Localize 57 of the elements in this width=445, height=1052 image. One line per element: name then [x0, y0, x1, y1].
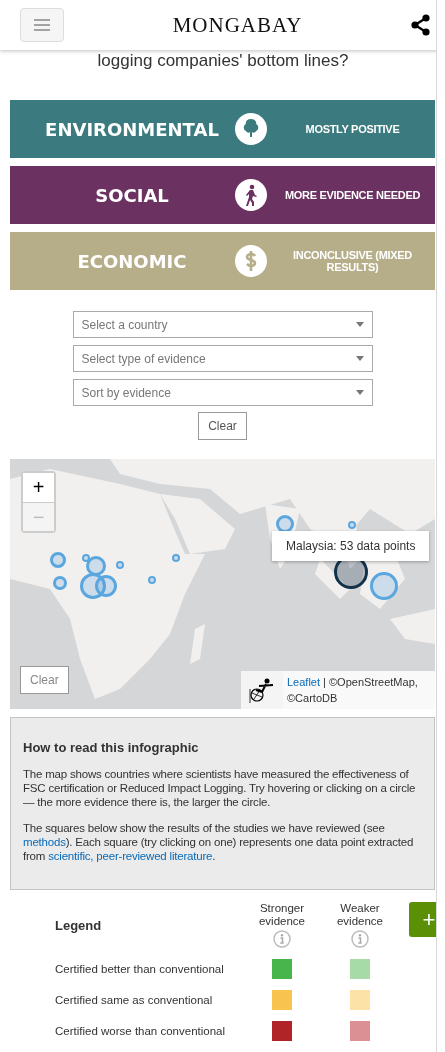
tree-icon	[234, 112, 268, 146]
dropdown-caret-icon	[355, 390, 364, 395]
share-icon[interactable]	[411, 14, 431, 36]
category-name: SOCIAL	[95, 184, 169, 206]
category-verdict: INCONCLUSIVE (MIXED RESULTS)	[292, 249, 413, 273]
info-icon[interactable]	[351, 930, 369, 948]
filter-dropdown[interactable]: Select type of evidence	[72, 345, 373, 372]
info-paragraph: The map shows countries where scientists have measured the effectiveness of FSC certification or Reduced Impact Logging. Try hovering or clicking on a circle — the more evidence there is, the larger the circle.	[23, 767, 417, 809]
map-marker[interactable]	[95, 575, 117, 597]
category-verdict: MOSTLY POSITIVE	[305, 123, 400, 135]
category-name: ECONOMIC	[77, 250, 187, 272]
article-subtitle: logging companies' bottom lines?	[96, 52, 350, 72]
info-icon[interactable]	[273, 930, 291, 948]
info-title: How to read this infographic	[23, 740, 200, 755]
menu-button[interactable]	[20, 8, 64, 42]
map-marker[interactable]	[370, 572, 398, 600]
dropdown-caret-icon	[355, 322, 364, 327]
map-marker[interactable]	[148, 576, 156, 584]
clear-button[interactable]: Clear	[198, 412, 247, 440]
color-swatch[interactable]	[272, 1021, 292, 1041]
color-swatch[interactable]	[272, 959, 292, 979]
color-swatch[interactable]	[350, 990, 370, 1010]
filter-dropdown[interactable]: Sort by evidence	[72, 379, 373, 406]
legend-label: Certified worse than conventional	[55, 1025, 227, 1037]
map-marker[interactable]	[86, 556, 106, 576]
map-marker[interactable]	[82, 554, 90, 562]
site-logo[interactable]: MONGABAY	[172, 12, 303, 38]
map-marker[interactable]	[53, 576, 67, 590]
category-verdict: MORE EVIDENCE NEEDED	[284, 189, 421, 201]
menu-icon	[34, 19, 50, 31]
soccer-player-icon	[249, 677, 275, 703]
map-marker[interactable]	[172, 554, 180, 562]
map-marker[interactable]	[116, 561, 124, 569]
color-swatch[interactable]	[350, 1021, 370, 1041]
legend-label: Certified same as conventional	[55, 994, 214, 1006]
color-swatch[interactable]	[272, 990, 292, 1010]
color-swatch[interactable]	[350, 959, 370, 979]
walking-person-icon	[234, 178, 268, 212]
legend-label: Certified better than conventional	[55, 963, 225, 975]
text-link[interactable]: methods	[23, 836, 66, 848]
category-banner[interactable]: SOCIAL MORE EVIDENCE NEEDED	[10, 166, 435, 224]
category-banner[interactable]: ENVIRONMENTAL MOSTLY POSITIVE	[10, 100, 435, 158]
legend-column-heading: Weaker evidence	[335, 902, 384, 928]
legend-title: Legend	[55, 917, 103, 933]
category-name: ENVIRONMENTAL	[45, 118, 219, 140]
map-tooltip: Malaysia: 53 data points	[272, 531, 430, 561]
map-marker[interactable]	[348, 521, 356, 529]
map-clear-button[interactable]: Clear	[20, 666, 69, 694]
add-button[interactable]: +	[409, 902, 436, 937]
info-paragraph: The squares below show the results of the studies we have reviewed (see methods). Each square (try clicking on one) represents one data point extracted from scientific, peer-reviewed literature.	[23, 821, 415, 863]
leaflet-link[interactable]: Leaflet	[287, 676, 321, 688]
dollar-icon	[234, 244, 268, 278]
dropdown-caret-icon	[355, 356, 364, 361]
map-attribution: Leaflet | ©OpenStreetMap, ©CartoDB	[283, 671, 435, 709]
filter-dropdown[interactable]: Select a country	[72, 311, 373, 338]
legend-column-heading: Stronger evidence	[257, 902, 306, 928]
map-marker[interactable]	[50, 552, 66, 568]
